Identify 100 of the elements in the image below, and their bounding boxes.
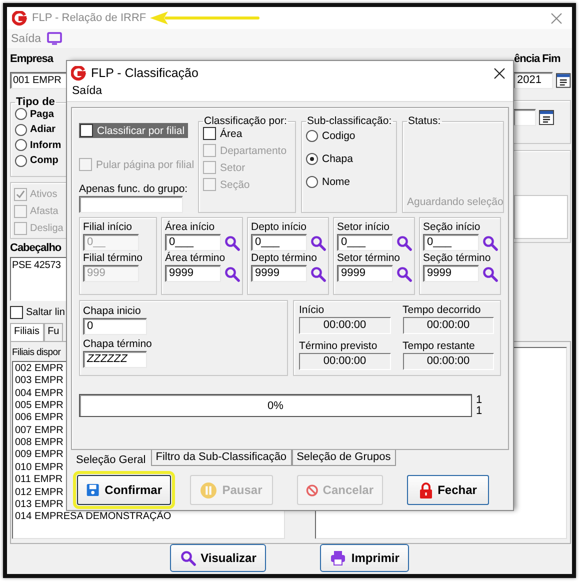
radio-button[interactable] xyxy=(306,153,318,165)
monitor-icon[interactable] xyxy=(47,32,62,46)
radio-button[interactable] xyxy=(15,108,27,120)
list-item[interactable]: 013 EMPR xyxy=(15,499,64,512)
search-icon[interactable] xyxy=(482,266,498,282)
tab[interactable]: Filtro da Sub-Classificação xyxy=(150,450,292,466)
field-label: Chapa término xyxy=(83,338,153,351)
field-label: Filial término xyxy=(83,252,144,265)
printer-icon xyxy=(330,550,346,566)
checkbox[interactable] xyxy=(10,306,23,320)
search-icon[interactable] xyxy=(310,266,326,282)
calendar-icon[interactable] xyxy=(539,110,554,126)
print-button[interactable]: Imprimir xyxy=(320,544,410,572)
text-field[interactable]: 001 EMPR xyxy=(10,72,66,90)
time-display: 00:00:00 xyxy=(299,317,390,334)
time-display: 00:00:00 xyxy=(402,353,494,370)
text-field[interactable]: 0___ xyxy=(251,234,307,251)
checkbox-label: Afasta xyxy=(30,206,58,218)
list-item[interactable]: 006 EMPR xyxy=(15,412,64,425)
radio-button[interactable] xyxy=(306,176,318,188)
field-label: Empresa xyxy=(10,53,54,68)
prohibited-icon xyxy=(306,482,318,498)
field-label: Chapa inicio xyxy=(83,305,142,318)
checkbox-label: Setor xyxy=(220,162,246,174)
list-item[interactable]: 011 EMPR xyxy=(15,474,63,487)
search-icon[interactable] xyxy=(224,266,240,282)
text-area[interactable]: PSE 42573 xyxy=(10,257,66,302)
checkbox-label: Desliga xyxy=(30,223,64,234)
radio-button[interactable] xyxy=(15,154,27,167)
menu-item[interactable]: Saída xyxy=(72,85,102,97)
text-field[interactable]: ZZZZZZ xyxy=(83,351,147,368)
text-field[interactable]: 0___ xyxy=(423,234,479,251)
radio-button[interactable] xyxy=(306,130,318,142)
search-icon[interactable] xyxy=(482,234,498,250)
search-icon[interactable] xyxy=(180,550,196,566)
text-field[interactable] xyxy=(514,109,536,126)
list-item[interactable]: 002 EMPR xyxy=(15,362,64,376)
text-field[interactable] xyxy=(79,196,183,213)
text-field[interactable]: 9999 xyxy=(251,265,307,282)
field-label: Depto início xyxy=(251,221,308,234)
text-field[interactable]: 0___ xyxy=(337,234,393,251)
field-label: Seção término xyxy=(423,252,492,265)
tab[interactable]: Seleção de Grupos xyxy=(292,450,396,466)
search-icon[interactable] xyxy=(310,234,326,250)
pause-icon xyxy=(200,482,218,498)
radio-label: Paga xyxy=(30,108,54,120)
list-item[interactable]: 007 EMPR xyxy=(15,424,64,438)
close-icon[interactable] xyxy=(494,68,505,78)
checkbox-label: Área xyxy=(220,128,242,140)
counter-text: 1 xyxy=(476,406,482,416)
field-label: Apenas func. do grupo: xyxy=(79,183,189,195)
checkbox-label: Classificar por filial xyxy=(97,124,185,136)
field-label: Filial início xyxy=(83,221,134,234)
window-title: FLP - Relação de IRRF xyxy=(32,12,146,24)
window-title: FLP - Classificação xyxy=(91,66,198,80)
tab[interactable]: Fu xyxy=(44,322,64,341)
list-item[interactable]: 009 EMPR xyxy=(15,449,64,462)
calendar-icon[interactable] xyxy=(556,73,571,88)
list-item[interactable]: 010 EMPR xyxy=(15,462,64,474)
tab[interactable]: Filiais xyxy=(10,322,44,341)
field-label: Tempo restante xyxy=(402,340,476,353)
text-field[interactable]: 9999 xyxy=(165,265,221,282)
preview-button[interactable]: Visualizar xyxy=(170,544,266,572)
text-field[interactable]: 2021 xyxy=(514,72,554,90)
field-label: Início xyxy=(299,304,326,317)
checkbox-label: Saltar lin xyxy=(26,307,65,318)
list-item[interactable]: 005 EMPR xyxy=(15,400,64,412)
close-button[interactable]: Fechar xyxy=(406,475,489,505)
field-label: Área término xyxy=(165,252,226,265)
field-label: Seção início xyxy=(423,221,482,234)
text-field[interactable]: 0 xyxy=(83,318,147,335)
field-label: Setor início xyxy=(337,221,391,234)
radio-label: Comp xyxy=(30,155,58,166)
checkbox[interactable] xyxy=(203,127,216,140)
search-icon[interactable] xyxy=(396,266,412,282)
radio-button[interactable] xyxy=(15,139,27,152)
list-item[interactable]: 012 EMPR xyxy=(15,486,64,500)
list-item[interactable]: 004 EMPR xyxy=(15,388,64,400)
group-title: Status: xyxy=(407,115,442,127)
list-label: Filiais dispor xyxy=(12,346,61,360)
text-field[interactable]: 9999 xyxy=(423,265,479,282)
radio-label: Codigo xyxy=(322,130,356,142)
group-title: Classificação por: xyxy=(203,115,288,127)
progress-text: 0% xyxy=(266,398,284,414)
text-field[interactable]: 0___ xyxy=(165,234,221,251)
time-display: 00:00:00 xyxy=(299,353,390,370)
list-item[interactable]: 003 EMPR xyxy=(15,375,64,388)
group-title: Tipo de xyxy=(15,96,56,108)
list-item[interactable]: 014 EMPRESA DEMONSTRAÇÃO xyxy=(15,511,172,524)
radio-button[interactable] xyxy=(15,124,27,136)
radio-label: Inform xyxy=(30,140,62,151)
field-label: Depto término xyxy=(251,252,318,265)
list-item[interactable]: 008 EMPR xyxy=(15,437,64,450)
field-label: Tempo decorrido xyxy=(402,304,482,317)
search-icon[interactable] xyxy=(396,234,412,250)
field-label: Setor término xyxy=(337,252,402,265)
radio-label: Adiar xyxy=(30,124,56,136)
text-field[interactable]: 9999 xyxy=(337,265,393,282)
search-icon[interactable] xyxy=(224,234,240,250)
checkbox[interactable] xyxy=(80,124,93,137)
